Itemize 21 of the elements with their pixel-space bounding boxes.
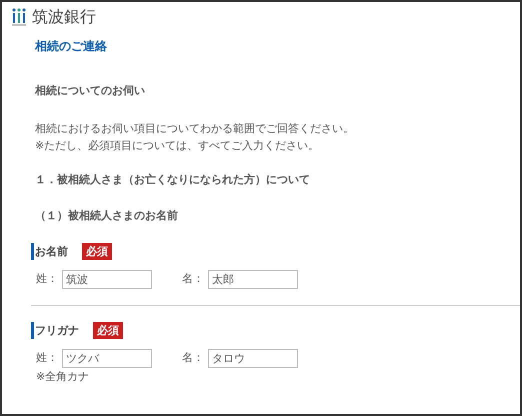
bank-name: 筑波銀行: [32, 6, 96, 28]
section-heading: １．被相続人さま（お亡くなりになられた方）について: [35, 172, 311, 188]
bank-logo-icon: [12, 8, 26, 26]
intro-text: 相続におけるお伺い項目についてわかる範囲でご回答ください。: [35, 122, 355, 134]
input-field[interactable]: 太郎: [208, 270, 298, 288]
subheading: （１）被相続人さまのお名前: [35, 208, 179, 224]
page-title: 相続のご連絡: [35, 38, 108, 55]
required-badge: 必須: [93, 322, 123, 338]
section-title: 相続についてのお伺い: [35, 83, 146, 99]
field-label: フリガナ: [31, 322, 79, 338]
input-label: 姓：: [36, 270, 58, 287]
input-label: 姓：: [36, 350, 58, 366]
intro-text: ※ただし、必須項目については、すべてご入力ください。: [35, 138, 320, 152]
input-label: 名：: [182, 350, 204, 366]
input-field[interactable]: ツクバ: [62, 348, 152, 368]
required-badge: 必須: [82, 242, 112, 260]
input-label: 名：: [182, 270, 204, 287]
note-text: ※全角カナ: [35, 368, 90, 384]
field-label: お名前: [31, 242, 68, 260]
input-field[interactable]: 筑波: [62, 270, 152, 288]
input-field[interactable]: タロウ: [208, 348, 298, 368]
